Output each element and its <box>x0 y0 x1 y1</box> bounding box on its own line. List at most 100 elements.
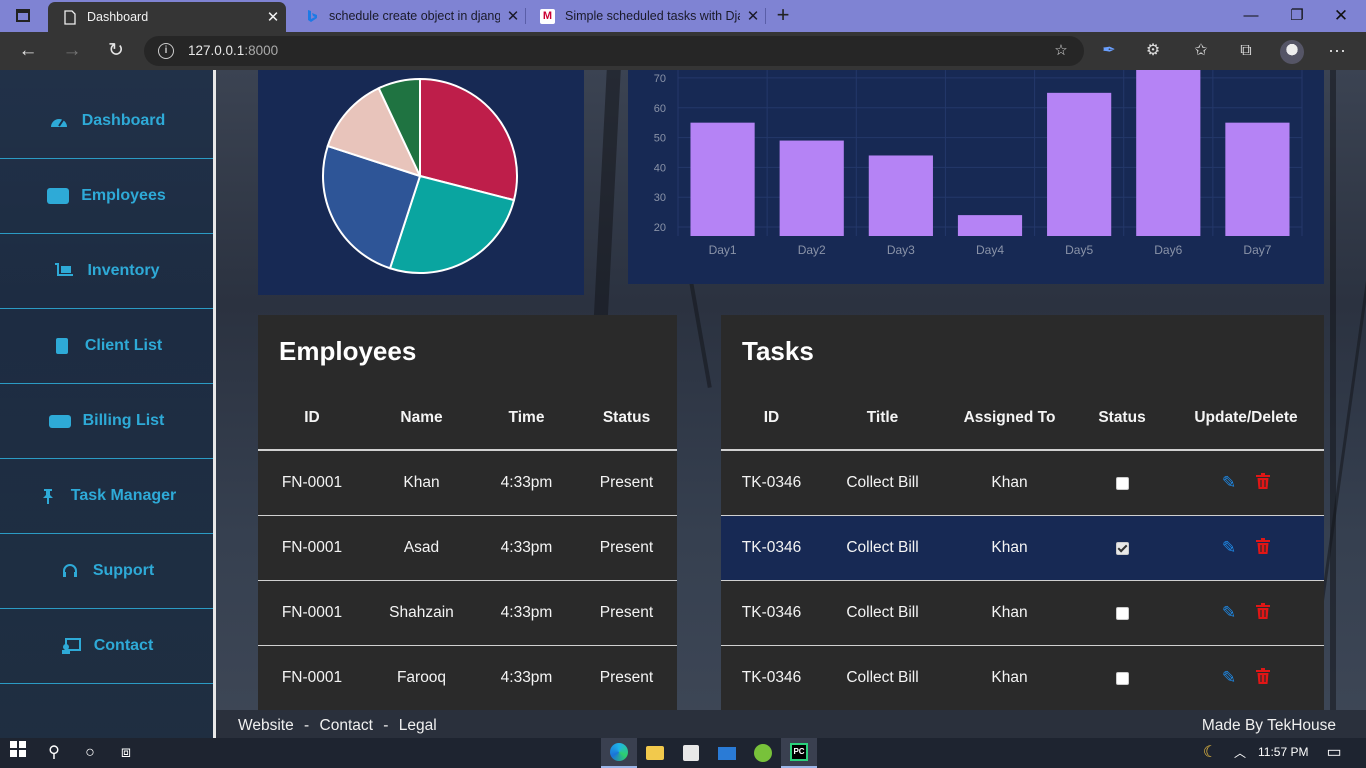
sidebar-item-label: Support <box>92 562 155 579</box>
footer-separator: - <box>383 717 389 734</box>
edit-pencil-icon[interactable]: ✎ <box>1222 538 1236 559</box>
edit-pencil-icon[interactable]: ✎ <box>1222 668 1236 689</box>
bar-day4[interactable] <box>957 215 1023 236</box>
footer-link-website[interactable]: Website <box>238 717 294 734</box>
sidebar-item-label: Task Manager <box>70 487 177 504</box>
footer-link-legal[interactable]: Legal <box>399 717 437 734</box>
add-favorite-icon[interactable]: ☆ <box>1048 38 1074 64</box>
refresh-icon[interactable]: ↻ <box>102 38 130 64</box>
footer-links: Website - Contact - Legal <box>238 717 437 735</box>
employees-title: Employees <box>279 335 417 366</box>
favorites-icon[interactable]: ✩ <box>1188 38 1214 64</box>
y-tick-label: 20 <box>654 222 666 234</box>
employee-name-cell: Shahzain <box>389 604 454 621</box>
task-assigned-cell: Khan <box>991 539 1028 556</box>
edit-pencil-icon[interactable]: ✎ <box>1222 473 1236 494</box>
task-status-cell <box>1076 476 1168 490</box>
back-icon[interactable]: ← <box>14 38 42 64</box>
bar-day5[interactable] <box>1047 92 1112 236</box>
employee-id-cell: FN-0001 <box>281 539 343 556</box>
task-actions-cell: ✎ <box>1168 472 1324 494</box>
footer-link-contact[interactable]: Contact <box>320 717 373 734</box>
more-menu-icon[interactable]: ⋯ <box>1324 38 1350 64</box>
close-window-icon[interactable]: ✕ <box>1318 4 1364 28</box>
status-checkbox[interactable] <box>1115 606 1129 620</box>
tab-medium-article[interactable]: M Simple scheduled tasks with Djan ✕ <box>526 0 766 32</box>
table-header-row: ID Title Assigned To Status Update/Delet… <box>721 387 1324 451</box>
windows-taskbar: ⚲ ○ ⧈ PC ☾ ︿ 11:57 PM ▭ <box>0 738 1366 768</box>
sidebar-item-employees[interactable]: Employees <box>0 159 213 234</box>
site-info-icon[interactable]: i <box>158 43 174 59</box>
clock[interactable]: 11:57 PM <box>1258 745 1308 759</box>
bar-day3[interactable] <box>868 155 933 236</box>
search-icon[interactable]: ⚲ <box>42 741 66 765</box>
tray-chevron-icon[interactable]: ︿ <box>1228 741 1252 765</box>
column-header: ID <box>304 409 320 426</box>
tab-dashboard[interactable]: Dashboard ✕ <box>48 2 286 32</box>
store-icon[interactable] <box>673 738 709 768</box>
utorrent-icon[interactable] <box>745 738 781 768</box>
tachometer-icon <box>48 113 70 129</box>
new-tab-icon[interactable]: + <box>772 4 794 26</box>
cortana-icon[interactable]: ○ <box>78 741 102 765</box>
delete-trash-icon[interactable] <box>1256 537 1271 559</box>
bar-day2[interactable] <box>779 140 844 236</box>
bar-day6[interactable] <box>1136 70 1201 236</box>
pycharm-icon[interactable]: PC <box>781 738 817 768</box>
task-title-cell: Collect Bill <box>846 604 919 621</box>
weather-icon[interactable]: ☾ <box>1198 741 1222 765</box>
close-tab-icon[interactable]: ✕ <box>500 7 526 25</box>
close-tab-icon[interactable]: ✕ <box>260 8 286 26</box>
sidebar-item-client-list[interactable]: Client List <box>0 309 213 384</box>
column-header: Update/Delete <box>1194 409 1298 426</box>
employee-time-cell: 4:33pm <box>500 669 553 686</box>
sidebar-item-inventory[interactable]: Inventory <box>0 234 213 309</box>
restore-icon[interactable]: ❐ <box>1274 4 1320 28</box>
extensions-icon[interactable]: ⚙ <box>1140 38 1166 64</box>
task-id-cell: TK-0346 <box>741 604 802 621</box>
notification-icon[interactable]: ▭ <box>1322 741 1346 765</box>
edge-app-icon[interactable] <box>601 738 637 768</box>
pen-extension-icon[interactable]: ✒ <box>1096 38 1122 64</box>
table-row: TK-0346 Collect Bill Khan ✎ <box>721 451 1324 516</box>
sidebar-item-label: Client List <box>84 337 163 354</box>
sidebar-item-billing-list[interactable]: Billing List <box>0 384 213 459</box>
windows-start-icon[interactable] <box>6 741 30 765</box>
window-menu-icon[interactable] <box>16 9 30 22</box>
delete-trash-icon[interactable] <box>1256 602 1271 624</box>
collections-icon[interactable]: ⧉ <box>1233 38 1259 64</box>
address-bar[interactable]: i 127.0.0.1:8000 ☆ <box>144 36 1084 66</box>
page-icon <box>62 9 77 25</box>
mail-icon[interactable] <box>709 738 745 768</box>
sidebar-item-dashboard[interactable]: Dashboard <box>0 84 213 159</box>
status-checkbox[interactable] <box>1115 671 1129 685</box>
footer-separator: - <box>304 717 310 734</box>
sidebar-item-support[interactable]: Support <box>0 534 213 609</box>
task-view-icon[interactable]: ⧈ <box>114 741 138 765</box>
page-footer: Website - Contact - Legal Made By TekHou… <box>216 710 1366 738</box>
status-checkbox[interactable] <box>1115 476 1129 490</box>
column-header: Status <box>602 409 651 426</box>
sidebar-item-label: Billing List <box>82 412 165 429</box>
task-assigned-cell: Khan <box>991 474 1028 491</box>
task-title-cell: Collect Bill <box>846 474 919 491</box>
profile-avatar[interactable] <box>1280 40 1304 64</box>
close-tab-icon[interactable]: ✕ <box>740 7 766 25</box>
bar-day1[interactable] <box>690 122 755 236</box>
tab-django-search[interactable]: schedule create object in django ✕ <box>290 0 526 32</box>
table-row: FN-0001 Farooq 4:33pm Present <box>258 646 677 711</box>
delete-trash-icon[interactable] <box>1256 472 1271 494</box>
forward-icon[interactable]: → <box>58 38 86 64</box>
status-checkbox[interactable] <box>1115 541 1129 555</box>
bar-day7[interactable] <box>1225 122 1290 236</box>
task-actions-cell: ✎ <box>1168 602 1324 624</box>
file-explorer-icon[interactable] <box>637 738 673 768</box>
employee-time-cell: 4:33pm <box>500 604 553 621</box>
url-text: 127.0.0.1:8000 <box>188 43 278 58</box>
delete-trash-icon[interactable] <box>1256 667 1271 689</box>
employee-name-cell: Asad <box>403 539 440 556</box>
sidebar-item-contact[interactable]: Contact <box>0 609 213 684</box>
minimize-icon[interactable]: — <box>1228 4 1274 28</box>
edit-pencil-icon[interactable]: ✎ <box>1222 603 1236 624</box>
sidebar-item-task-manager[interactable]: Task Manager <box>0 459 213 534</box>
